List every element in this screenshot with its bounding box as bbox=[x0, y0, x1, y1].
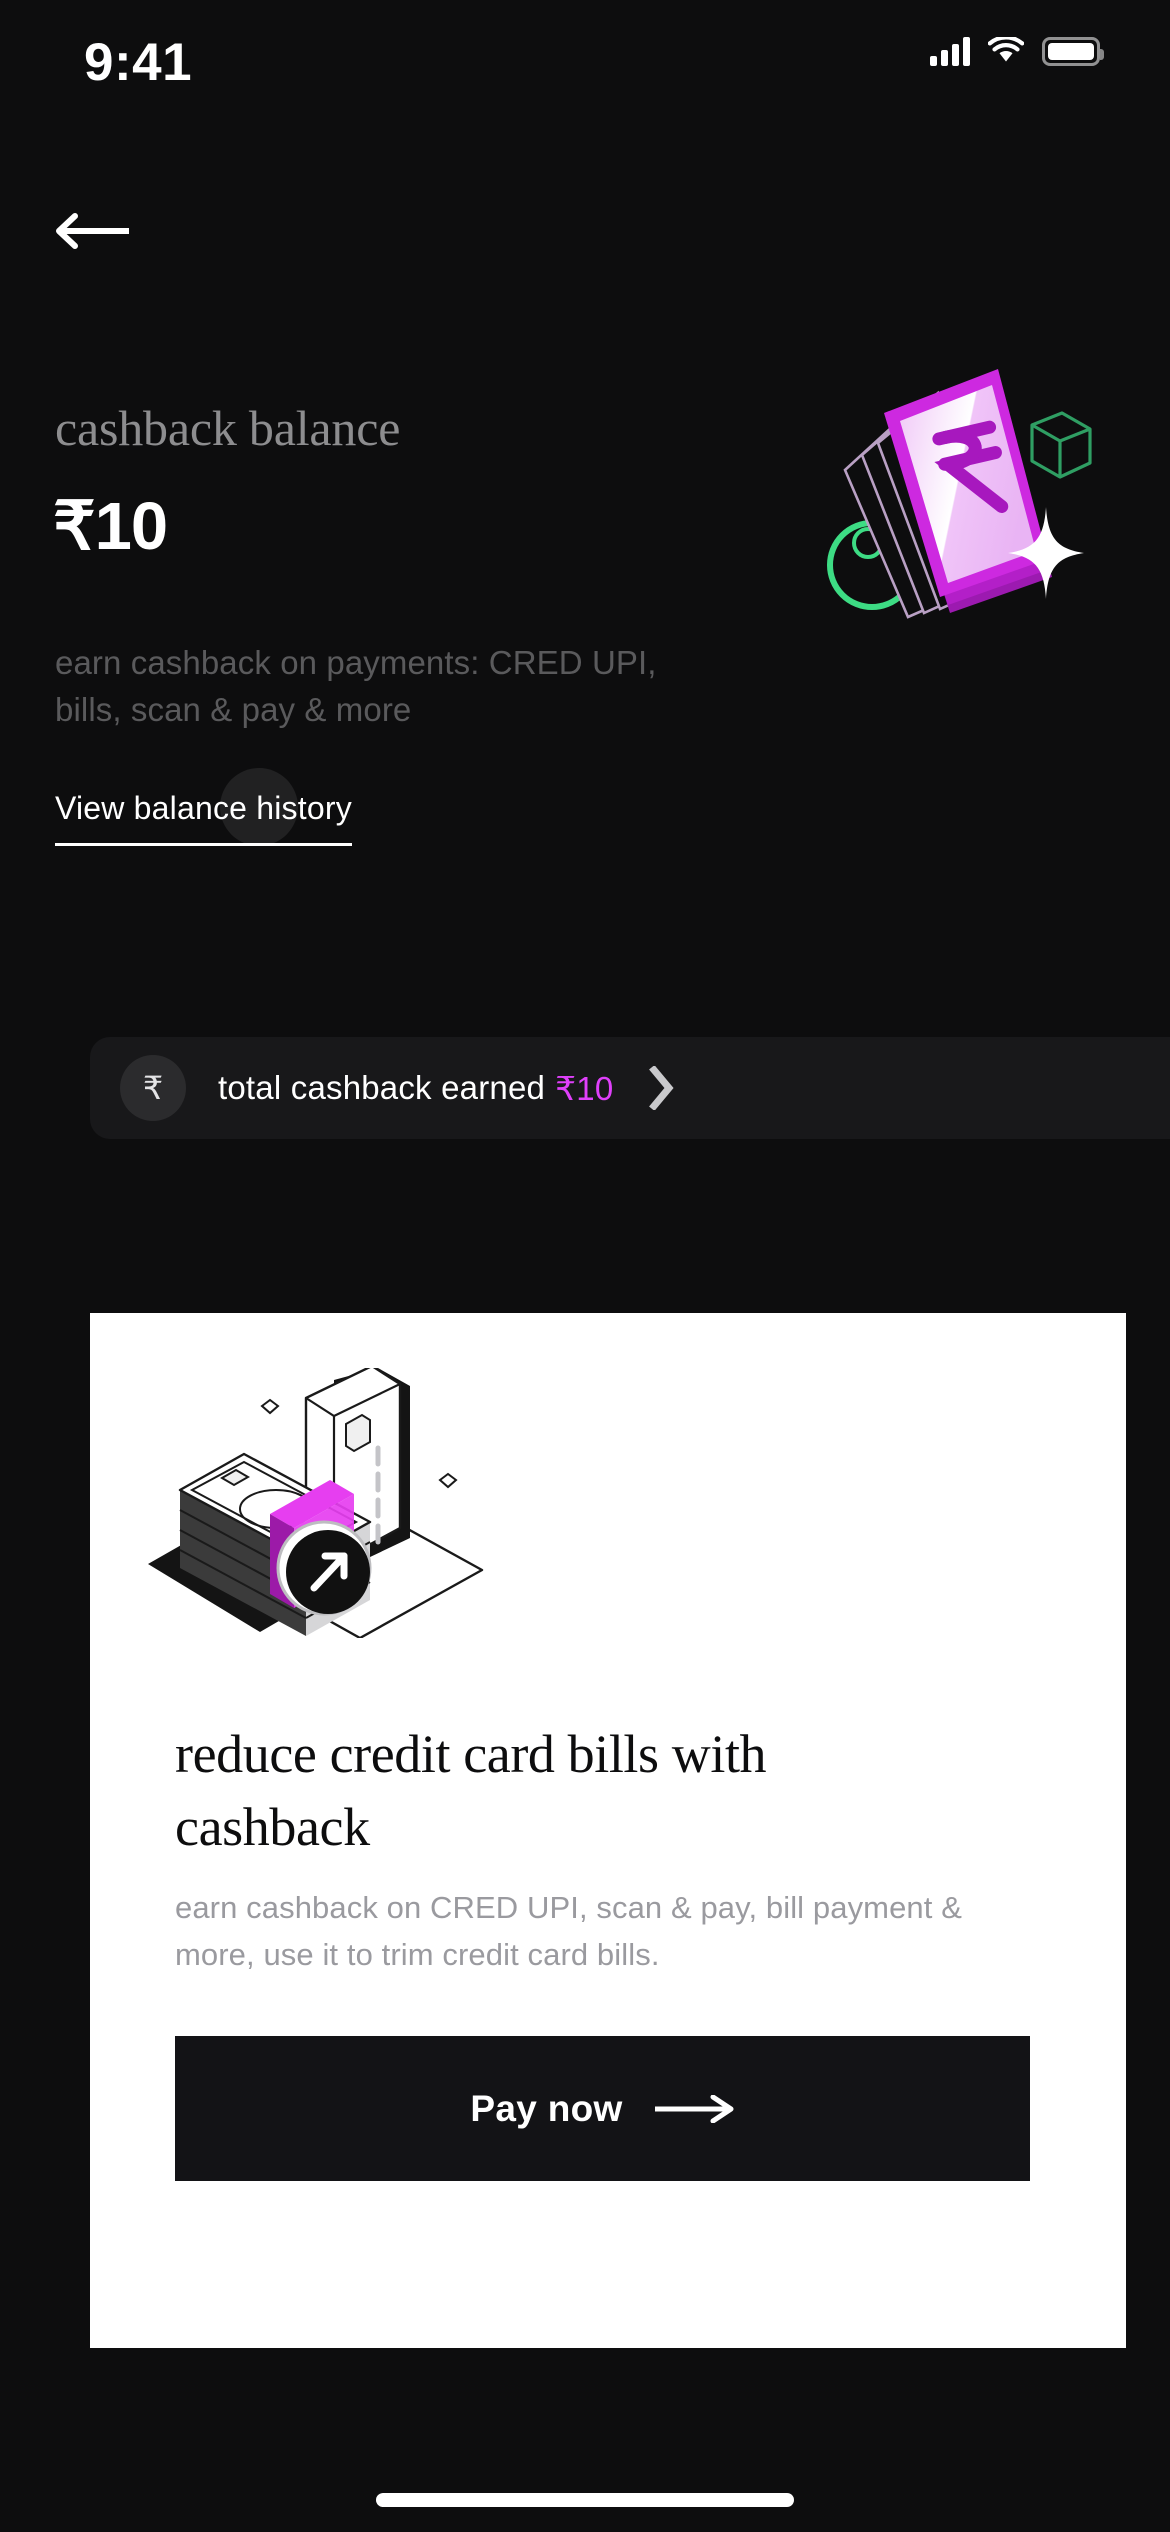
total-cashback-earned-row[interactable]: ₹ total cashback earned ₹10 bbox=[90, 1037, 1170, 1139]
app-screen: 9:41 cashback balance ₹10 earn cashback … bbox=[0, 0, 1170, 2532]
status-bar-time: 9:41 bbox=[84, 33, 193, 92]
rupee-notes-stack-illustration bbox=[827, 369, 1092, 619]
status-bar: 9:41 bbox=[0, 0, 1170, 130]
status-bar-indicators bbox=[930, 36, 1104, 66]
page-title: cashback balance bbox=[55, 400, 401, 456]
battery-icon bbox=[1042, 36, 1104, 66]
pay-now-button[interactable]: Pay now bbox=[175, 2036, 1030, 2181]
view-balance-history-link[interactable]: View balance history bbox=[55, 768, 352, 846]
back-button[interactable] bbox=[55, 196, 155, 266]
rupee-circle-icon: ₹ bbox=[120, 1055, 186, 1121]
cellular-signal-icon bbox=[930, 36, 970, 66]
total-cashback-earned-amount: ₹10 bbox=[555, 1069, 614, 1107]
arrow-right-icon bbox=[654, 2094, 734, 2123]
cash-and-credit-card-isometric-illustration bbox=[148, 1368, 484, 1638]
cashback-balance-subtitle: earn cashback on payments: CRED UPI, bil… bbox=[55, 644, 657, 728]
back-arrow-icon bbox=[56, 213, 129, 249]
promo-card-body: earn cashback on CRED UPI, scan & pay, b… bbox=[175, 1890, 962, 1972]
wifi-icon bbox=[988, 37, 1024, 62]
promo-card-title: reduce credit card bills with cashback bbox=[175, 1724, 767, 1857]
home-indicator bbox=[376, 2493, 794, 2507]
chevron-right-icon bbox=[649, 1066, 674, 1110]
view-balance-history-label: View balance history bbox=[55, 790, 352, 846]
promo-card: reduce credit card bills with cashback e… bbox=[90, 1313, 1126, 2348]
total-cashback-earned-label: total cashback earned bbox=[218, 1069, 546, 1106]
cashback-balance-amount: ₹10 bbox=[53, 489, 168, 564]
pay-now-button-label: Pay now bbox=[470, 2087, 623, 2129]
